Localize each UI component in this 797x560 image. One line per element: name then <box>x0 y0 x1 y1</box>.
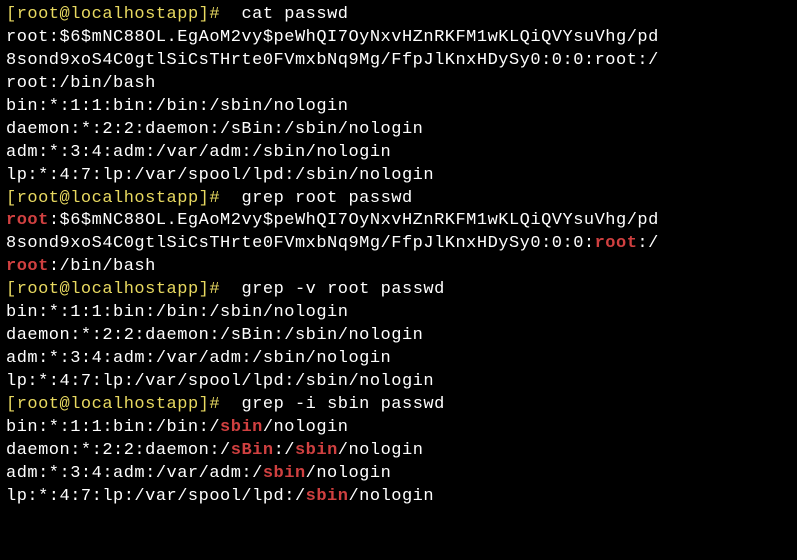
output-line: root:$6$mNC88OL.EgAoM2vy$peWhQI7OyNxvHZn… <box>6 210 791 233</box>
grep-match: root <box>6 257 49 276</box>
output-line: root:$6$mNC88OL.EgAoM2vy$peWhQI7OyNxvHZn… <box>6 27 791 50</box>
output-line: root:/bin/bash <box>6 256 791 279</box>
command-text: grep -i sbin passwd <box>241 395 444 414</box>
prompt-host: localhost <box>70 5 166 24</box>
prompt-host: localhost <box>70 395 166 414</box>
prompt-bracket-close: ]# <box>199 5 220 24</box>
prompt-path: app <box>167 189 199 208</box>
output-line: bin:*:1:1:bin:/bin:/sbin/nologin <box>6 417 791 440</box>
command-text: grep -v root passwd <box>241 280 444 299</box>
grep-match: sBin <box>231 441 274 460</box>
output-line: 8sond9xoS4C0gtlSiCsTHrte0FVmxbNq9Mg/FfpJ… <box>6 50 791 73</box>
prompt-at: @ <box>60 5 71 24</box>
command-text: cat passwd <box>241 5 348 24</box>
output-line: adm:*:3:4:adm:/var/adm:/sbin/nologin <box>6 348 791 371</box>
command-text: grep root passwd <box>241 189 412 208</box>
prompt-host: localhost <box>70 280 166 299</box>
prompt-bracket-open: [ <box>6 5 17 24</box>
output-line: adm:*:3:4:adm:/var/adm:/sbin/nologin <box>6 142 791 165</box>
prompt-bracket-close: ]# <box>199 280 220 299</box>
command-line-2: [root@localhostapp]# grep root passwd <box>6 188 791 211</box>
prompt-user: root <box>17 280 60 299</box>
prompt-user: root <box>17 5 60 24</box>
output-line: adm:*:3:4:adm:/var/adm:/sbin/nologin <box>6 463 791 486</box>
prompt-path: app <box>167 280 199 299</box>
terminal[interactable]: [root@localhostapp]# cat passwd root:$6$… <box>6 4 791 509</box>
prompt-user: root <box>17 189 60 208</box>
grep-match: sbin <box>263 464 306 483</box>
prompt-path: app <box>167 395 199 414</box>
grep-match: sbin <box>295 441 338 460</box>
command-line-3: [root@localhostapp]# grep -v root passwd <box>6 279 791 302</box>
grep-match: root <box>595 234 638 253</box>
output-line: bin:*:1:1:bin:/bin:/sbin/nologin <box>6 96 791 119</box>
grep-match: sbin <box>306 487 349 506</box>
output-line: daemon:*:2:2:daemon:/sBin:/sbin/nologin <box>6 119 791 142</box>
grep-match: root <box>6 211 49 230</box>
prompt-at: @ <box>60 189 71 208</box>
output-line: bin:*:1:1:bin:/bin:/sbin/nologin <box>6 302 791 325</box>
grep-match: sbin <box>220 418 263 437</box>
prompt-user: root <box>17 395 60 414</box>
output-line: lp:*:4:7:lp:/var/spool/lpd:/sbin/nologin <box>6 165 791 188</box>
prompt-bracket-close: ]# <box>199 395 220 414</box>
prompt-bracket-close: ]# <box>199 189 220 208</box>
output-line: daemon:*:2:2:daemon:/sBin:/sbin/nologin <box>6 440 791 463</box>
prompt-bracket-open: [ <box>6 189 17 208</box>
output-line: root:/bin/bash <box>6 73 791 96</box>
prompt-at: @ <box>60 395 71 414</box>
command-line-4: [root@localhostapp]# grep -i sbin passwd <box>6 394 791 417</box>
prompt-host: localhost <box>70 189 166 208</box>
prompt-path: app <box>167 5 199 24</box>
output-line: lp:*:4:7:lp:/var/spool/lpd:/sbin/nologin <box>6 371 791 394</box>
prompt-at: @ <box>60 280 71 299</box>
prompt-bracket-open: [ <box>6 395 17 414</box>
output-line: 8sond9xoS4C0gtlSiCsTHrte0FVmxbNq9Mg/FfpJ… <box>6 233 791 256</box>
output-line: daemon:*:2:2:daemon:/sBin:/sbin/nologin <box>6 325 791 348</box>
output-line: lp:*:4:7:lp:/var/spool/lpd:/sbin/nologin <box>6 486 791 509</box>
prompt-bracket-open: [ <box>6 280 17 299</box>
command-line-1: [root@localhostapp]# cat passwd <box>6 4 791 27</box>
